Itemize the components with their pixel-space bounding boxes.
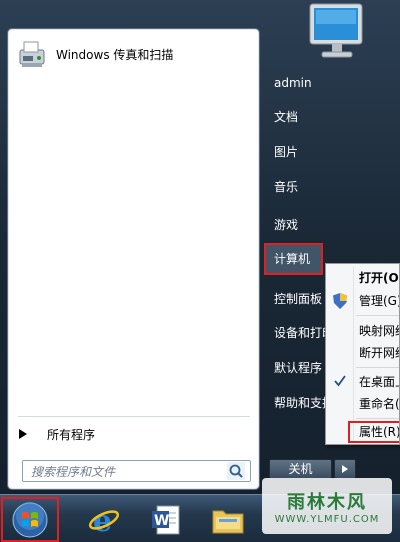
chevron-right-icon [342,465,348,473]
right-item-pictures[interactable]: 图片 [268,140,348,164]
menu-item-disconnect-drive[interactable]: 断开网络驱动器 [326,342,399,364]
right-item-user[interactable]: admin [268,71,348,95]
shutdown-button[interactable]: 关机 [269,459,332,479]
taskbar-internet-explorer[interactable]: e [82,500,126,540]
right-item-computer[interactable]: 计算机 [264,243,323,275]
svg-text:e: e [93,504,112,537]
pinned-program-fax-scan[interactable]: Windows 传真和扫描 [14,36,254,72]
taskbar-explorer[interactable] [206,500,250,540]
all-programs-button[interactable]: 所有程序 [16,423,254,445]
computer-monitor-icon [309,3,363,58]
start-button[interactable] [1,497,59,542]
menu-separator [356,367,399,368]
svg-text:W: W [154,513,169,529]
menu-item-manage[interactable]: 管理(G) [326,290,399,312]
start-menu-programs-panel: Windows 传真和扫描 所有程序 搜索程序和文件 [7,28,260,490]
programs-divider [18,416,250,417]
right-item-documents[interactable]: 文档 [268,105,348,129]
fax-scanner-icon [19,41,45,67]
search-placeholder: 搜索程序和文件 [31,464,116,479]
all-programs-label: 所有程序 [47,427,96,442]
watermark-title: 雨林木风 [287,491,367,513]
internet-explorer-icon: e [88,504,120,537]
taskbar-word[interactable]: W [144,500,188,540]
menu-item-map-drive[interactable]: 映射网络驱动器 [326,320,399,342]
word-icon: W [152,505,180,535]
menu-item-show-on-desktop[interactable]: 在桌面上显示 [326,371,399,393]
pinned-program-label: Windows 传真和扫描 [56,47,174,62]
menu-separator [356,418,399,419]
menu-separator [356,315,399,316]
computer-context-menu: 打开(O) 管理(G) 映射网络驱动器 断开网络驱动器 在桌面上显示 重命名(M… [325,263,400,445]
menu-item-properties[interactable]: 属性(R) [348,421,399,443]
menu-item-open[interactable]: 打开(O) [326,267,399,289]
search-icon[interactable] [227,462,245,480]
windows-logo-icon [12,501,48,537]
expand-arrow-icon [19,429,27,439]
right-item-music[interactable]: 音乐 [268,175,348,199]
shutdown-options-button[interactable] [334,459,356,479]
right-item-games[interactable]: 游戏 [268,213,348,237]
folder-icon [212,510,244,534]
site-watermark-logo: 雨林木风 WWW.YLMFU.COM [262,478,392,534]
menu-item-rename[interactable]: 重命名(M) [326,393,399,415]
watermark-url: WWW.YLMFU.COM [274,513,380,525]
search-input[interactable]: 搜索程序和文件 [22,460,251,482]
